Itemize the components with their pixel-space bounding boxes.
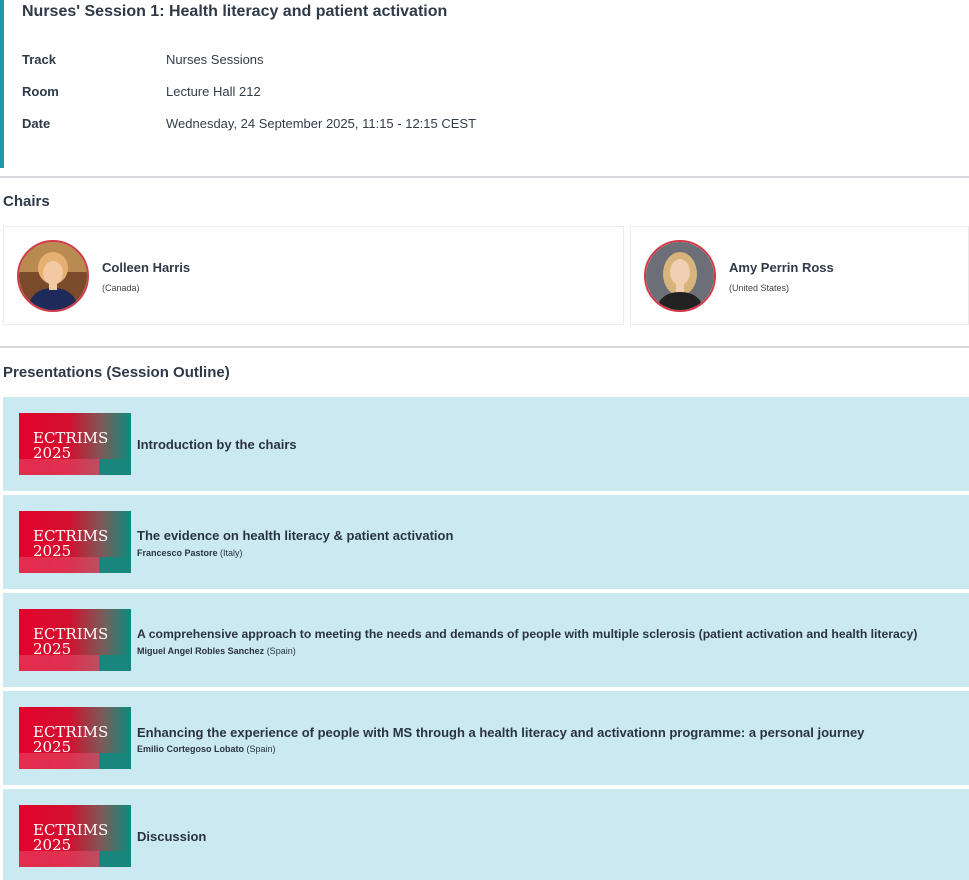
svg-text:2025: 2025 [33, 444, 71, 462]
meta-value-date: Wednesday, 24 September 2025, 11:15 - 12… [166, 116, 477, 131]
avatar[interactable] [644, 240, 716, 312]
presentation-speaker[interactable]: Francesco Pastore (Italy) [137, 548, 243, 558]
svg-text:2025: 2025 [33, 542, 71, 560]
presentation-row[interactable]: ECTRIMS 2025 The evidence on health lite… [3, 495, 969, 589]
chair-card-amy-perrin-ross[interactable]: Amy Perrin Ross (United States) [630, 226, 969, 325]
chair-name[interactable]: Colleen Harris [102, 260, 190, 275]
session-header: Nurses' Session 1: Health literacy and p… [0, 0, 969, 168]
svg-text:2025: 2025 [33, 836, 71, 854]
presentation-row[interactable]: ECTRIMS 2025 Introduction by the chairs [3, 397, 969, 491]
section-divider [0, 176, 969, 178]
meta-value-room: Lecture Hall 212 [166, 84, 261, 99]
avatar[interactable] [17, 240, 89, 312]
presentation-title[interactable]: The evidence on health literacy & patien… [137, 528, 453, 543]
presentation-row[interactable]: ECTRIMS 2025 Discussion [3, 789, 969, 880]
presentation-title[interactable]: A comprehensive approach to meeting the … [137, 627, 917, 641]
presentations-heading: Presentations (Session Outline) [3, 364, 230, 381]
session-title: Nurses' Session 1: Health literacy and p… [22, 3, 448, 20]
meta-label-track: Track [22, 52, 56, 67]
presentation-speaker[interactable]: Miguel Angel Robles Sanchez (Spain) [137, 646, 296, 656]
presentation-row[interactable]: ECTRIMS 2025 Enhancing the experience of… [3, 691, 969, 785]
presentation-speaker[interactable]: Emilio Cortegoso Lobato (Spain) [137, 744, 276, 754]
presentation-row[interactable]: ECTRIMS 2025 A comprehensive approach to… [3, 593, 969, 687]
presentation-title[interactable]: Discussion [137, 829, 206, 844]
session-page: Nurses' Session 1: Health literacy and p… [0, 0, 969, 880]
ectrims-logo-thumbnail: ECTRIMS 2025 [19, 707, 131, 769]
svg-text:2025: 2025 [33, 738, 71, 756]
ectrims-logo-thumbnail: ECTRIMS 2025 [19, 511, 131, 573]
presentation-title[interactable]: Enhancing the experience of people with … [137, 725, 864, 740]
svg-text:2025: 2025 [33, 640, 71, 658]
chair-country: (Canada) [102, 283, 140, 293]
meta-value-track[interactable]: Nurses Sessions [166, 52, 264, 67]
section-divider [0, 346, 969, 348]
ectrims-logo-thumbnail: ECTRIMS 2025 [19, 805, 131, 867]
chair-card-colleen-harris[interactable]: Colleen Harris (Canada) [3, 226, 624, 325]
meta-label-room: Room [22, 84, 59, 99]
ectrims-logo-thumbnail: ECTRIMS 2025 [19, 413, 131, 475]
presentation-title[interactable]: Introduction by the chairs [137, 437, 297, 452]
chairs-heading: Chairs [3, 193, 50, 210]
meta-label-date: Date [22, 116, 51, 131]
ectrims-logo-thumbnail: ECTRIMS 2025 [19, 609, 131, 671]
chair-name[interactable]: Amy Perrin Ross [729, 260, 834, 275]
chair-country: (United States) [729, 283, 790, 293]
